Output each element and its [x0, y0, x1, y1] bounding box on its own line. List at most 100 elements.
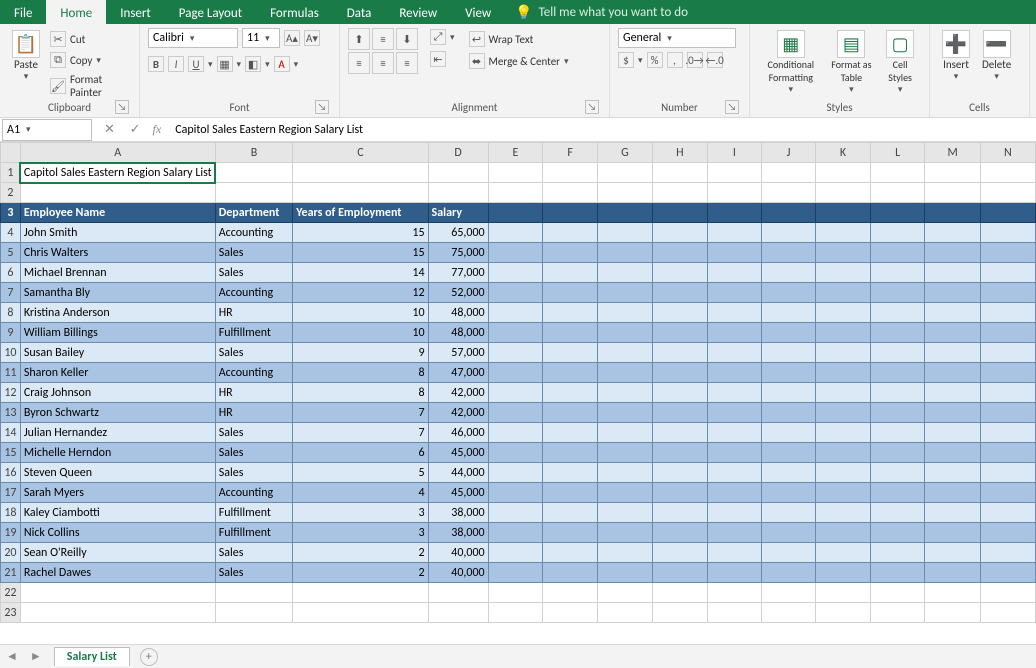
- cell[interactable]: [816, 163, 871, 183]
- cell[interactable]: [925, 563, 981, 583]
- cell[interactable]: 40,000: [428, 543, 488, 563]
- cell[interactable]: [652, 263, 707, 283]
- cell[interactable]: 77,000: [428, 263, 488, 283]
- row-header[interactable]: 1: [1, 163, 21, 183]
- cell[interactable]: [870, 423, 924, 443]
- cell[interactable]: [543, 343, 598, 363]
- cell[interactable]: 65,000: [428, 223, 488, 243]
- bold-button[interactable]: B: [148, 56, 164, 72]
- cell[interactable]: 3: [293, 523, 428, 543]
- cell[interactable]: [597, 403, 652, 423]
- cell[interactable]: [761, 263, 815, 283]
- cell[interactable]: [925, 463, 981, 483]
- cell[interactable]: [816, 603, 871, 623]
- cell[interactable]: [293, 163, 428, 183]
- cell[interactable]: [543, 383, 598, 403]
- column-header[interactable]: M: [925, 143, 981, 163]
- cell[interactable]: [980, 363, 1035, 383]
- cell[interactable]: 15: [293, 243, 428, 263]
- cell[interactable]: [707, 563, 761, 583]
- cell[interactable]: Sales: [215, 543, 293, 563]
- cell[interactable]: [816, 503, 871, 523]
- formula-value[interactable]: Capitol Sales Eastern Region Salary List: [167, 123, 363, 137]
- cell[interactable]: 7: [293, 403, 428, 423]
- cell[interactable]: Accounting: [215, 223, 293, 243]
- cell[interactable]: [488, 343, 543, 363]
- cell[interactable]: [488, 503, 543, 523]
- sheet-tab[interactable]: Salary List: [54, 647, 130, 666]
- cell[interactable]: [925, 423, 981, 443]
- cell[interactable]: [488, 243, 543, 263]
- column-header[interactable]: B: [215, 143, 293, 163]
- column-header[interactable]: F: [543, 143, 598, 163]
- sheet-nav-right-icon[interactable]: ►: [24, 649, 48, 664]
- cell[interactable]: [980, 183, 1035, 203]
- row-header[interactable]: 21: [1, 563, 21, 583]
- cell[interactable]: [816, 523, 871, 543]
- cell[interactable]: [652, 183, 707, 203]
- cell[interactable]: [597, 263, 652, 283]
- cell[interactable]: [488, 563, 543, 583]
- cell[interactable]: [597, 303, 652, 323]
- increase-font-icon[interactable]: A▴: [284, 30, 300, 46]
- column-header[interactable]: A: [20, 143, 215, 163]
- cell[interactable]: [597, 543, 652, 563]
- cell[interactable]: Department: [215, 203, 293, 223]
- cell[interactable]: [543, 243, 598, 263]
- cell[interactable]: 8: [293, 363, 428, 383]
- cell[interactable]: [925, 163, 981, 183]
- cell[interactable]: [543, 463, 598, 483]
- column-header[interactable]: K: [816, 143, 871, 163]
- cell[interactable]: [293, 603, 428, 623]
- enter-icon[interactable]: ✓: [124, 122, 147, 137]
- cell[interactable]: [816, 443, 871, 463]
- cell[interactable]: [543, 483, 598, 503]
- cell[interactable]: [761, 423, 815, 443]
- cell[interactable]: [707, 443, 761, 463]
- column-header[interactable]: E: [488, 143, 543, 163]
- tab-review[interactable]: Review: [385, 0, 451, 24]
- worksheet-grid[interactable]: ABCDEFGHIJKLMN 1Capitol Sales Eastern Re…: [0, 142, 1036, 644]
- cell[interactable]: [707, 463, 761, 483]
- cell[interactable]: [488, 423, 543, 443]
- cell[interactable]: Salary: [428, 203, 488, 223]
- cell[interactable]: HR: [215, 403, 293, 423]
- cell[interactable]: [20, 183, 215, 203]
- tab-data[interactable]: Data: [333, 0, 386, 24]
- cell[interactable]: [870, 463, 924, 483]
- cell[interactable]: [870, 543, 924, 563]
- cell[interactable]: [870, 163, 924, 183]
- cell[interactable]: [980, 343, 1035, 363]
- column-header[interactable]: C: [293, 143, 428, 163]
- wrap-text-button[interactable]: ↩Wrap Text: [467, 30, 571, 48]
- fill-color-button[interactable]: ◧: [245, 56, 261, 72]
- row-header[interactable]: 12: [1, 383, 21, 403]
- cell[interactable]: [428, 603, 488, 623]
- row-header[interactable]: 7: [1, 283, 21, 303]
- orientation-button[interactable]: ⤢▾: [428, 28, 457, 46]
- cell[interactable]: HR: [215, 383, 293, 403]
- align-middle-icon[interactable]: ≡: [372, 28, 394, 50]
- cell[interactable]: [761, 403, 815, 423]
- cell[interactable]: [870, 443, 924, 463]
- decrease-font-icon[interactable]: A▾: [304, 30, 320, 46]
- cell[interactable]: [980, 283, 1035, 303]
- cell[interactable]: Michael Brennan: [20, 263, 215, 283]
- cell[interactable]: [980, 163, 1035, 183]
- align-top-icon[interactable]: ⬆: [348, 28, 370, 50]
- cell[interactable]: [816, 283, 871, 303]
- cell[interactable]: Michelle Herndon: [20, 443, 215, 463]
- tab-pagelayout[interactable]: Page Layout: [165, 0, 256, 24]
- cell[interactable]: [707, 263, 761, 283]
- cell[interactable]: [543, 363, 598, 383]
- cell[interactable]: [488, 403, 543, 423]
- cell[interactable]: [980, 443, 1035, 463]
- cell[interactable]: 9: [293, 343, 428, 363]
- cell[interactable]: [652, 163, 707, 183]
- fx-icon[interactable]: fx: [147, 122, 168, 137]
- cell[interactable]: [870, 303, 924, 323]
- cell[interactable]: [925, 583, 981, 603]
- cell[interactable]: [870, 483, 924, 503]
- column-header[interactable]: L: [870, 143, 924, 163]
- cell[interactable]: [597, 183, 652, 203]
